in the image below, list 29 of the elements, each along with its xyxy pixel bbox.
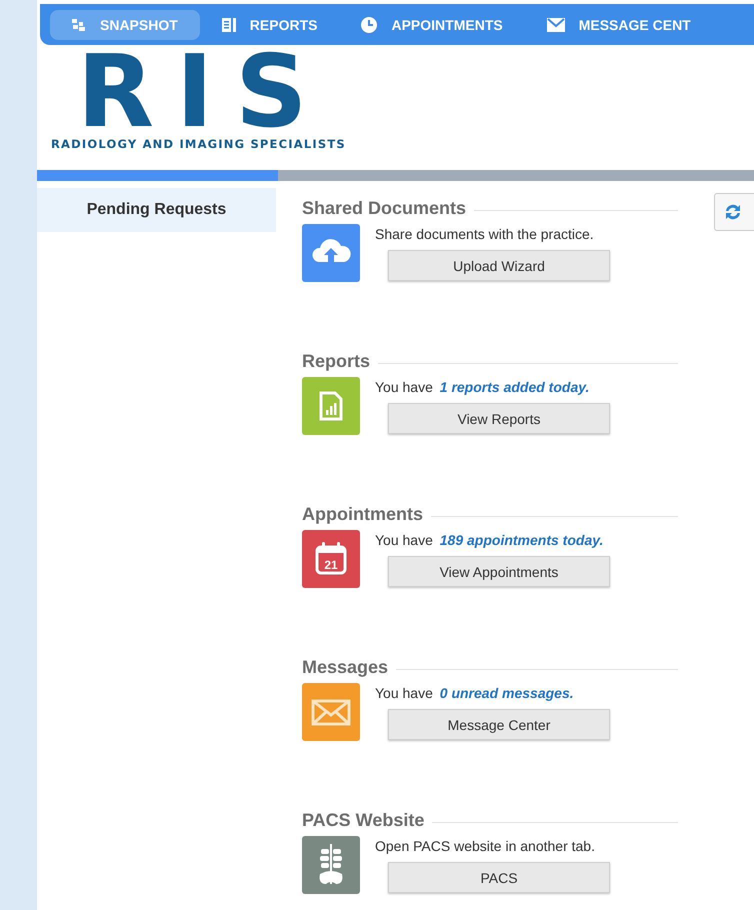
logo-tagline: RADIOLOGY AND IMAGING SPECIALISTS [51,137,346,151]
envelope-icon [302,683,360,741]
chart-document-icon [302,377,360,435]
document-icon [222,18,236,32]
refresh-button[interactable] [714,193,754,231]
sidebar-item[interactable]: Pending Requests [37,188,276,232]
upload-cloud-icon [302,224,360,282]
section-title: Shared Documents [302,198,466,218]
section-title: Appointments [302,504,423,524]
envelope-icon [546,18,565,32]
section-button[interactable]: Message Center [388,709,610,740]
spine-xray-icon [302,836,360,894]
section-description: You have 189 appointments today. [375,532,604,548]
section-description: Share documents with the practice. [375,226,595,242]
section-description: You have 1 reports added today. [375,379,590,395]
section-button[interactable]: View Reports [388,403,610,434]
section-button[interactable]: Upload Wizard [388,250,610,281]
section-title: Messages [302,656,388,678]
calendar-icon: 21 [302,530,360,588]
section-button[interactable]: View Appointments [388,556,610,587]
section-title: PACS Website [302,810,424,830]
tiles-icon [72,18,86,30]
refresh-icon [723,202,743,222]
section-description: You have 0 unread messages. [375,685,575,701]
logo-letters: RIS [77,51,330,133]
section-button[interactable]: PACS [388,862,610,893]
section-title: Reports [302,350,370,372]
section-description: Open PACS website in another tab. [375,838,596,854]
clock-icon [361,16,378,32]
